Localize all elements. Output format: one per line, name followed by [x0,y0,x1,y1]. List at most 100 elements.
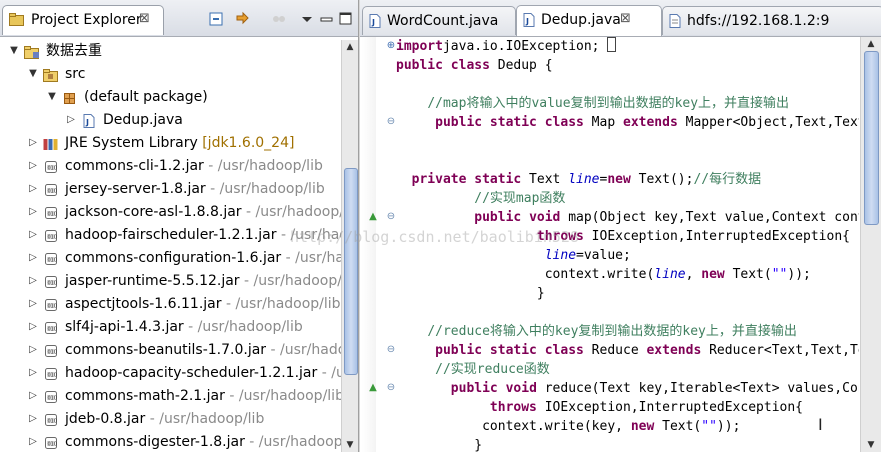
code-line: public static class Map extends Mapper<O… [435,115,859,130]
collapsed-arrow-icon[interactable]: ▷ [27,316,39,338]
tree-item-label: src [65,66,86,82]
code-line: public static class Reduce extends Reduc… [435,343,859,358]
tree-item[interactable]: ▷ 010 commons-configuration-1.6.jar - /usr… [0,247,341,269]
project-explorer-tabbar: Project Explorer ⊠ [0,0,358,37]
jar-icon: 010 [43,251,59,265]
svg-text:010: 010 [48,189,58,195]
java-file-icon: J [81,113,97,128]
editor-tab-label: WordCount.java [387,13,499,29]
editor-tab[interactable]: J Dedup.java ⊠ [516,5,662,36]
project-tree: ▼ 数据去重 ▼ src ▼ (default package) ▷ J Dedup.java ▷… [0,40,341,452]
override-marker-icon[interactable]: ▲ [366,210,380,224]
project-explorer-view: Project Explorer ⊠ ▼ 数据去重 ▼ src ▼ (default pa… [0,0,359,452]
link-with-editor-icon[interactable] [234,10,252,28]
jar-icon: 010 [43,435,59,449]
scroll-up-icon[interactable]: ▲ [343,40,357,54]
expanded-arrow-icon[interactable]: ▼ [27,63,39,85]
tree-item[interactable]: ▼ src [0,63,341,85]
editor-tab-label: Dedup.java [541,12,621,28]
code-line: public void map(Object key,Text value,Co… [474,210,859,225]
collapse-all-icon[interactable] [207,10,225,28]
scrollbar-thumb[interactable] [344,168,358,375]
filter-icon[interactable] [270,10,288,28]
fold-collapse-icon[interactable]: ⊖ [384,210,398,224]
minimize-icon[interactable] [318,10,336,28]
java-file-icon: J [523,13,535,27]
scrollbar-thumb[interactable] [864,51,879,225]
view-menu-chevron-down-icon[interactable] [298,10,316,28]
code-line: //实现reduce函数 [435,362,550,377]
tree-item[interactable]: ▷ 010 jasper-runtime-5.5.12.jar - /usr/had… [0,270,341,292]
tree-item[interactable]: ▷ 010 hadoop-capacity-scheduler-1.2.1.jar … [0,362,341,384]
tree-item-label: 数据去重 [46,43,102,59]
tree-item[interactable]: ▷ JRE System Library [jdk1.6.0_24] [0,132,341,154]
fold-collapse-icon[interactable]: ⊖ [384,343,398,357]
collapsed-arrow-icon[interactable]: ▷ [27,293,39,315]
override-marker-icon[interactable]: ▲ [366,381,380,395]
expanded-arrow-icon[interactable]: ▼ [46,86,58,108]
tree-item-location: - /usr/hadoop/lib [205,181,325,197]
tree-item-location: - /usr/hadoop/lib [270,342,342,358]
fold-collapse-icon[interactable]: ⊖ [384,381,398,395]
collapsed-arrow-icon[interactable]: ▷ [27,132,39,154]
svg-text:010: 010 [48,235,58,241]
svg-text:010: 010 [48,419,58,425]
close-icon[interactable]: ⊠ [620,11,631,26]
fold-expand-icon[interactable]: ⊕ [384,39,398,53]
collapsed-arrow-icon[interactable]: ▷ [27,224,39,246]
svg-text:010: 010 [48,442,58,448]
collapsed-arrow-icon[interactable]: ▷ [27,155,39,177]
collapsed-arrow-icon[interactable]: ▷ [65,109,77,131]
project-tree-scrollbar[interactable]: ▲ ▼ [341,40,358,452]
tree-item-location: - /usr/hadoop/lib [145,411,265,427]
scroll-up-icon[interactable]: ▲ [864,37,878,51]
tree-item[interactable]: ▷ 010 hadoop-fairscheduler-1.2.1.jar - /us… [0,224,341,246]
jar-icon: 010 [43,274,59,288]
editor-tab[interactable]: hdfs://192.168.1.2:9 [662,6,881,35]
tree-item[interactable]: ▷ 010 slf4j-api-1.4.3.jar - /usr/hadoop/li… [0,316,341,338]
tree-item-location: - /usr/hadoop/lib [221,296,341,312]
tree-item[interactable]: ▼ (default package) [0,86,341,108]
editor-scrollbar[interactable]: ▲ ▼ [860,37,881,452]
svg-text:010: 010 [48,212,58,218]
collapsed-arrow-icon[interactable]: ▷ [27,362,39,384]
tree-item-label: commons-configuration-1.6.jar - /usr/had… [65,247,341,269]
tab-project-explorer[interactable]: Project Explorer ⊠ [2,5,164,35]
collapsed-arrow-icon[interactable]: ▷ [27,247,39,269]
tree-item[interactable]: ▷ 010 jersey-server-1.8.jar - /usr/hadoop/… [0,178,341,200]
collapsed-arrow-icon[interactable]: ▷ [27,408,39,430]
tree-item[interactable]: ▷ 010 commons-beanutils-1.7.0.jar - /usr/h… [0,339,341,361]
tree-item[interactable]: ▷ 010 commons-math-2.1.jar - /usr/hadoop/l… [0,385,341,407]
editor-tab[interactable]: J WordCount.java [362,6,516,35]
collapsed-arrow-icon[interactable]: ▷ [27,431,39,452]
tree-item-location: - /usr/hadoop/lib [203,158,323,174]
tree-item[interactable]: ▷ 010 aspectjtools-1.6.11.jar - /usr/hadoo… [0,293,341,315]
caret-box-icon [607,37,617,52]
tree-item[interactable]: ▷ J Dedup.java [0,109,341,131]
tree-item[interactable]: ▼ 数据去重 [0,40,341,62]
collapsed-arrow-icon[interactable]: ▷ [27,201,39,223]
tree-item[interactable]: ▷ 010 commons-digester-1.8.jar - /usr/hado… [0,431,341,452]
jar-icon: 010 [43,297,59,311]
package-icon [62,90,78,104]
collapsed-arrow-icon[interactable]: ▷ [27,178,39,200]
code-editor[interactable]: importjava.io.IOException; public class … [396,37,859,452]
code-line: throws IOException,InterruptedException{ [536,229,850,244]
collapsed-arrow-icon[interactable]: ▷ [27,339,39,361]
maximize-icon[interactable] [337,10,355,28]
collapsed-arrow-icon[interactable]: ▷ [27,270,39,292]
tree-item-location: - /usr/hadoop/lib [183,319,303,335]
scroll-down-icon[interactable]: ▼ [864,438,878,452]
tree-item[interactable]: ▷ 010 commons-cli-1.2.jar - /usr/hadoop/li… [0,155,341,177]
jar-icon: 010 [43,389,59,403]
scroll-down-icon[interactable]: ▼ [343,438,357,452]
tree-item-label: aspectjtools-1.6.11.jar - /usr/hadoop/li… [65,296,341,312]
fold-collapse-icon[interactable]: ⊖ [384,115,398,129]
expanded-arrow-icon[interactable]: ▼ [8,40,20,62]
close-icon[interactable]: ⊠ [139,11,150,26]
tree-item[interactable]: ▷ 010 jdeb-0.8.jar - /usr/hadoop/lib [0,408,341,430]
hdfs-file-icon [669,14,681,28]
text-cursor-icon: I [818,415,823,434]
collapsed-arrow-icon[interactable]: ▷ [27,385,39,407]
tree-item[interactable]: ▷ 010 jackson-core-asl-1.8.8.jar - /usr/ha… [0,201,341,223]
